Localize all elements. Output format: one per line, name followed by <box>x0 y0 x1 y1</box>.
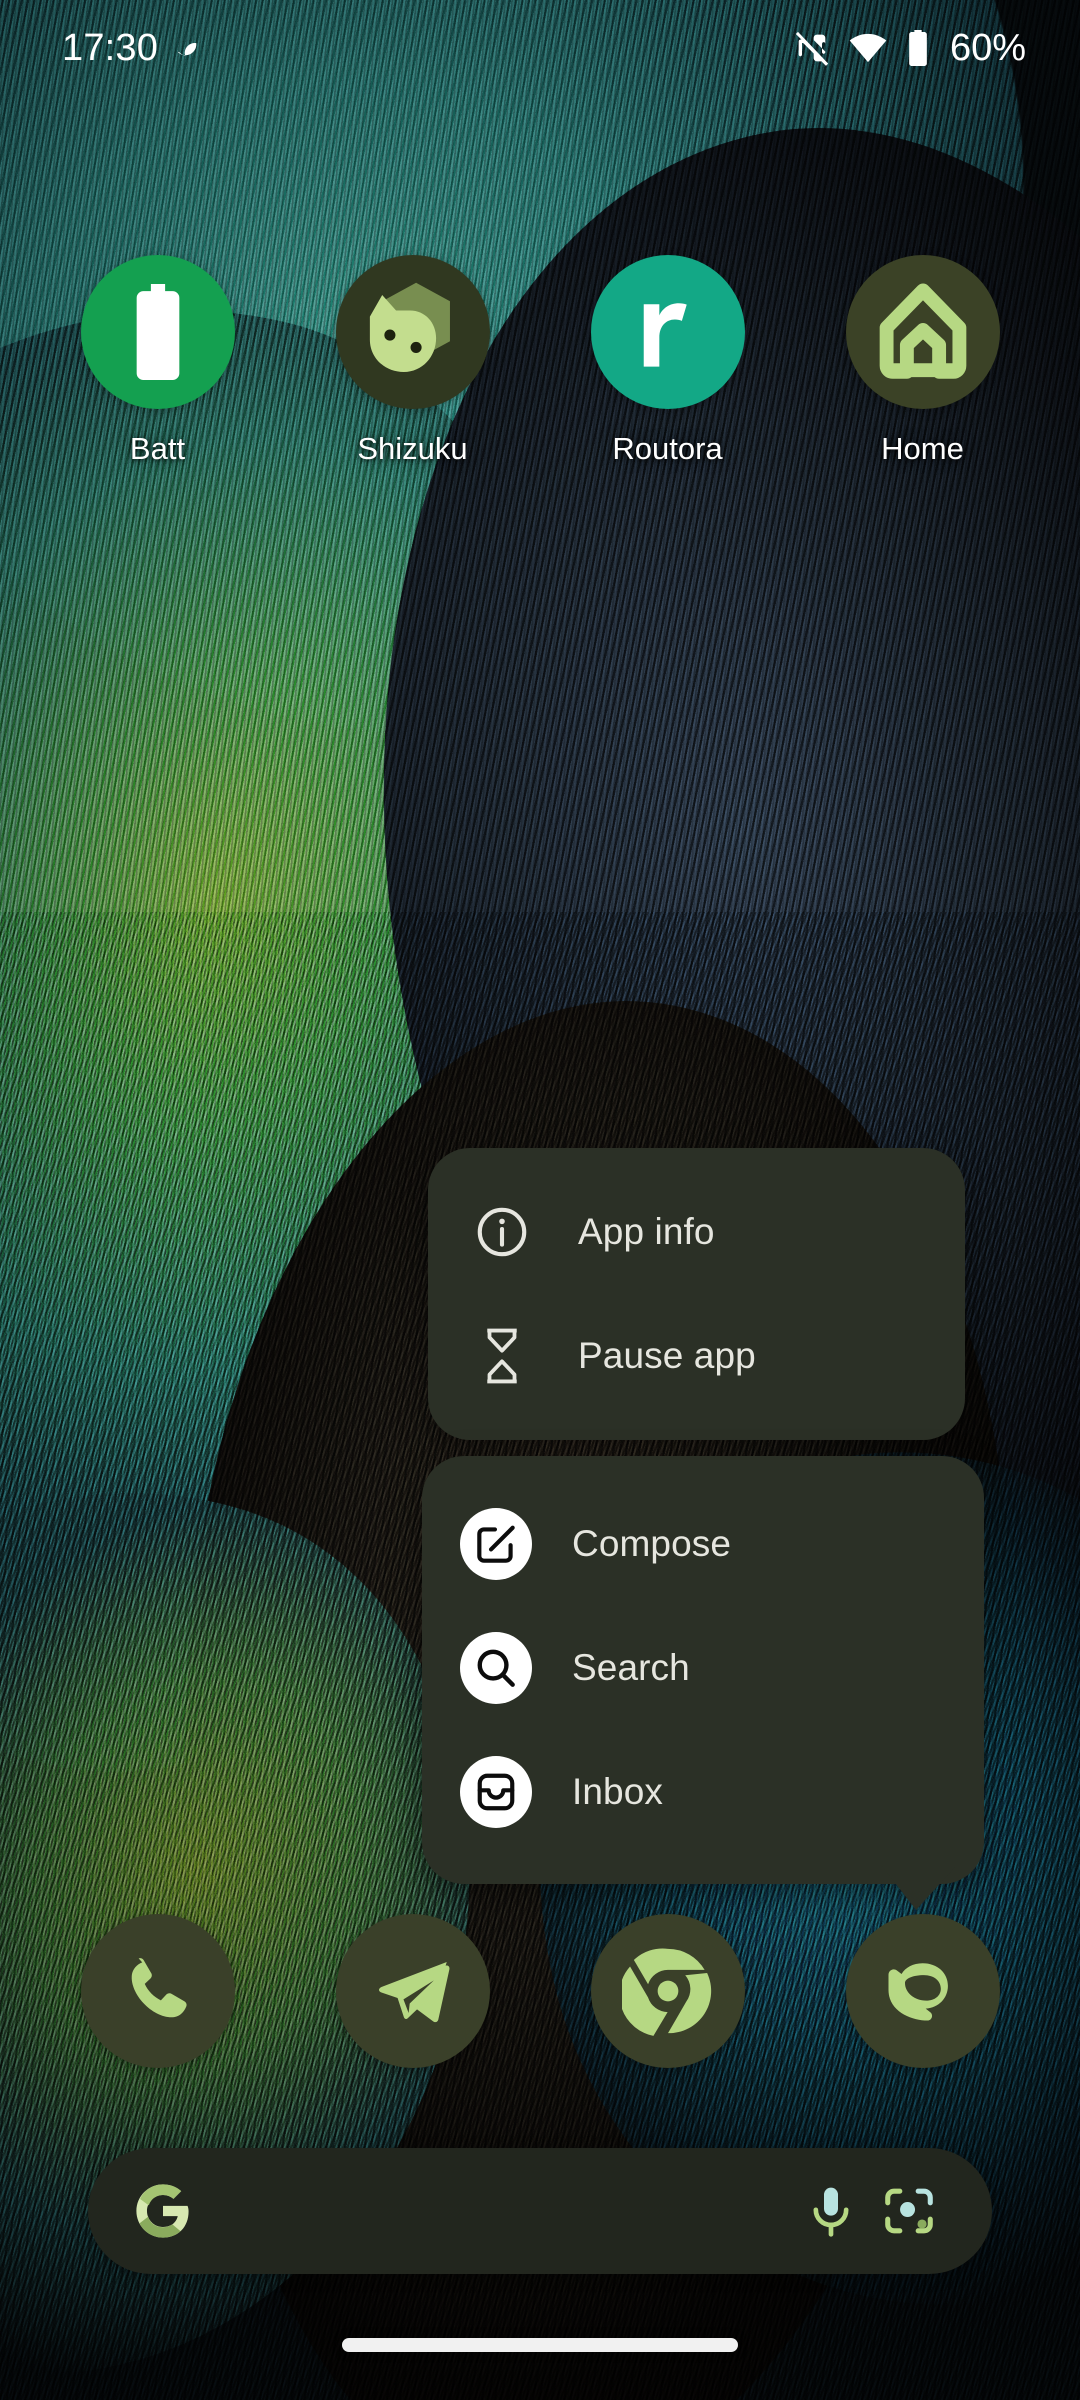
dock-item-chrome[interactable] <box>540 1914 795 2068</box>
menu-item-label: Inbox <box>572 1771 664 1812</box>
app-label: Routora <box>612 431 723 466</box>
leaf-icon <box>174 33 204 63</box>
inbox-icon <box>460 1756 532 1828</box>
microphone-icon[interactable] <box>792 2172 870 2250</box>
app-label: Batt <box>129 431 186 466</box>
home-screen: 17:30 60% Batt Shizuku Routora Home App … <box>0 0 1080 2400</box>
routora-app-icon[interactable] <box>590 255 745 409</box>
compose-icon <box>460 1508 532 1580</box>
menu-item-label: Compose <box>572 1523 732 1564</box>
telegram-icon[interactable] <box>335 1914 490 2068</box>
app-grid: Batt Shizuku Routora Home <box>0 255 1080 467</box>
gmail-icon[interactable] <box>845 1914 1000 2068</box>
search-icon <box>460 1632 532 1704</box>
dock-item-gmail[interactable] <box>795 1914 1050 2068</box>
chrome-icon[interactable] <box>590 1914 745 2068</box>
dock-item-phone[interactable] <box>30 1914 285 2068</box>
app-long-press-menu: App info Pause app Compose Search Inbox <box>422 1148 984 1910</box>
google-g-icon <box>132 2180 194 2242</box>
phone-icon[interactable] <box>80 1914 235 2068</box>
google-lens-icon[interactable] <box>870 2172 948 2250</box>
status-bar: 17:30 60% <box>0 0 1080 96</box>
status-bar-left: 17:30 <box>62 29 204 67</box>
google-home-icon[interactable] <box>845 255 1000 409</box>
vibrate-off-icon <box>792 28 832 68</box>
app-item-home[interactable]: Home <box>795 255 1050 467</box>
menu-item-search[interactable]: Search <box>422 1606 984 1730</box>
menu-item-inbox[interactable]: Inbox <box>422 1730 984 1854</box>
menu-item-app-info[interactable]: App info <box>428 1170 965 1294</box>
menu-item-label: Pause app <box>578 1335 756 1376</box>
app-item-shizuku[interactable]: Shizuku <box>285 255 540 467</box>
menu-item-label: App info <box>578 1211 715 1252</box>
info-circle-icon <box>466 1196 538 1268</box>
menu-item-pause-app[interactable]: Pause app <box>428 1294 965 1418</box>
app-shortcuts-card: Compose Search Inbox <box>422 1456 984 1910</box>
app-item-batt[interactable]: Batt <box>30 255 285 467</box>
dock-item-telegram[interactable] <box>285 1914 540 2068</box>
gesture-nav-pill[interactable] <box>342 2338 738 2352</box>
shortcut-icon-badge <box>460 1632 532 1704</box>
shortcut-icon-badge <box>460 1508 532 1580</box>
hourglass-icon <box>466 1320 538 1392</box>
menu-item-compose[interactable]: Compose <box>422 1482 984 1606</box>
battery-percentage: 60% <box>949 27 1026 69</box>
wifi-icon <box>848 28 888 68</box>
status-bar-right: 60% <box>792 28 1026 68</box>
battery-icon <box>904 28 932 68</box>
google-search-bar[interactable] <box>88 2148 992 2274</box>
shizuku-app-icon[interactable] <box>335 255 490 409</box>
battery-app-icon[interactable] <box>80 255 235 409</box>
system-actions-card: App info Pause app <box>428 1148 965 1440</box>
app-item-routora[interactable]: Routora <box>540 255 795 467</box>
menu-item-label: Search <box>572 1647 690 1688</box>
app-label: Home <box>881 431 964 466</box>
status-clock: 17:30 <box>62 27 159 69</box>
app-label: Shizuku <box>357 431 468 466</box>
dock <box>0 1914 1080 2068</box>
shortcut-icon-badge <box>460 1756 532 1828</box>
